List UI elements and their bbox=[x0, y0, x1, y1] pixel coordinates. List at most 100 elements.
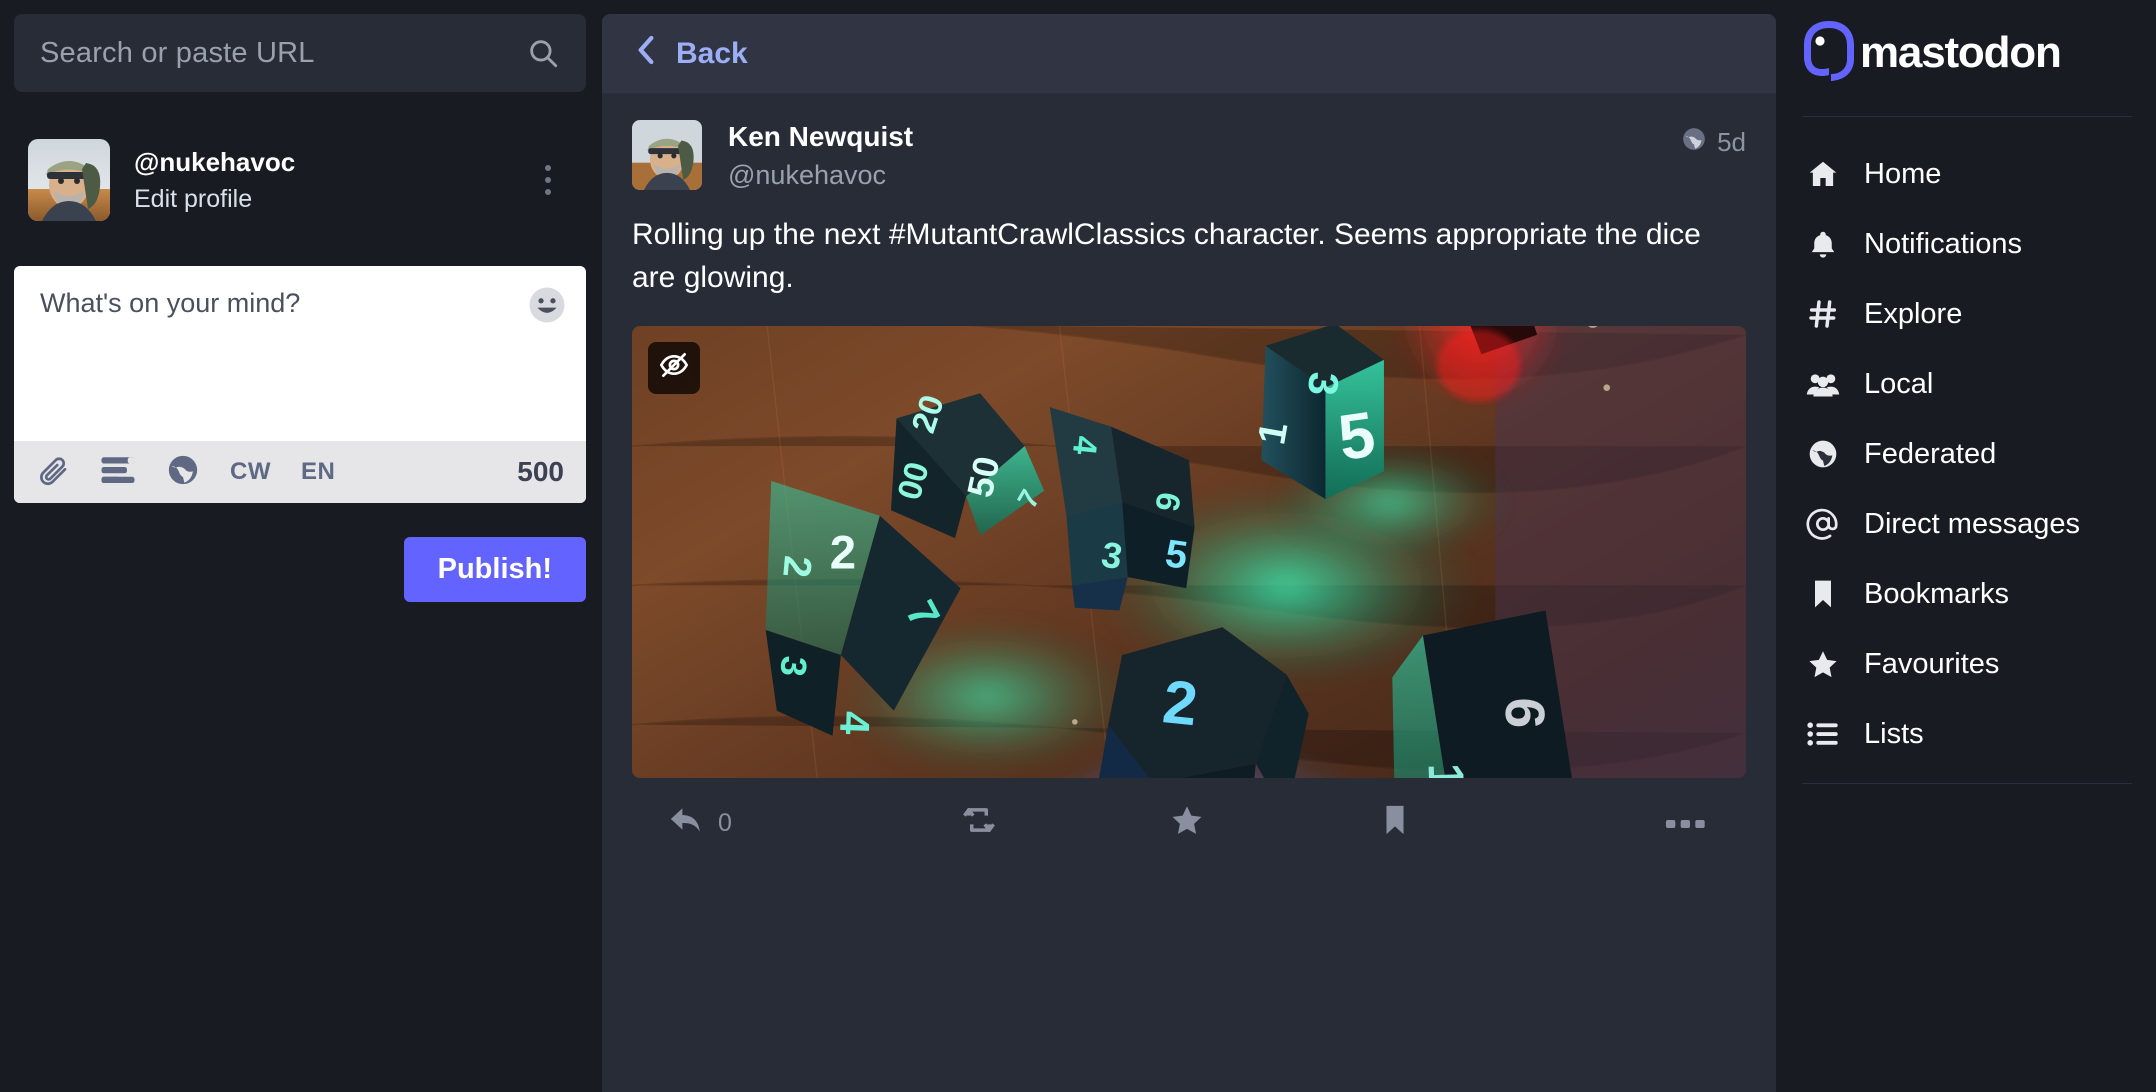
compose-textarea[interactable]: What's on your mind? bbox=[40, 288, 560, 319]
publish-row: Publish! bbox=[14, 537, 586, 602]
search-input[interactable]: Search or paste URL bbox=[40, 37, 526, 70]
ellipsis-icon bbox=[1665, 809, 1706, 838]
boost-button[interactable] bbox=[876, 804, 1084, 843]
content-warning-toggle[interactable]: CW bbox=[230, 458, 271, 486]
publish-button[interactable]: Publish! bbox=[403, 537, 586, 602]
svg-text:2: 2 bbox=[1160, 667, 1201, 738]
profile-meta: @nukehavoc Edit profile bbox=[134, 146, 528, 214]
svg-text:1: 1 bbox=[1418, 762, 1475, 778]
timestamp-label: 5d bbox=[1717, 127, 1746, 157]
sidebar-item-home[interactable]: Home bbox=[1778, 139, 2156, 209]
sidebar-item-notifications[interactable]: Notifications bbox=[1778, 209, 2156, 279]
brand-logo[interactable]: mastodon bbox=[1778, 14, 2156, 92]
paperclip-icon[interactable] bbox=[36, 453, 70, 492]
search-bar[interactable]: Search or paste URL bbox=[14, 14, 586, 92]
sidebar-divider-bottom bbox=[1802, 783, 2132, 784]
favourite-button[interactable] bbox=[1083, 803, 1291, 844]
more-button[interactable] bbox=[1498, 809, 1722, 838]
back-label: Back bbox=[676, 36, 748, 70]
hashtag-icon bbox=[1806, 297, 1840, 331]
bell-icon bbox=[1806, 227, 1840, 261]
avatar-image bbox=[28, 139, 110, 221]
sidebar-item-bookmarks[interactable]: Bookmarks bbox=[1778, 559, 2156, 629]
hide-media-button[interactable] bbox=[648, 341, 700, 394]
sidebar-item-label: Home bbox=[1864, 157, 1942, 190]
bookmark-button[interactable] bbox=[1291, 803, 1499, 844]
svg-text:3: 3 bbox=[1299, 370, 1348, 397]
mastodon-app: Search or paste URL @nukehavoc Edit prof… bbox=[0, 0, 2156, 1092]
svg-text:4: 4 bbox=[831, 710, 879, 735]
reply-icon bbox=[668, 804, 704, 843]
right-sidebar: mastodon Home Notifications Explore Loca… bbox=[1778, 0, 2156, 1092]
globe-icon bbox=[1806, 437, 1840, 471]
sidebar-item-label: Federated bbox=[1864, 437, 1997, 470]
kebab-menu-icon[interactable] bbox=[528, 150, 568, 210]
avatar[interactable] bbox=[28, 139, 110, 221]
avatar-image bbox=[632, 120, 702, 190]
eye-off-icon bbox=[658, 349, 690, 386]
svg-text:6: 6 bbox=[1493, 696, 1556, 729]
sidebar-item-label: Lists bbox=[1864, 717, 1924, 750]
svg-text:2: 2 bbox=[774, 554, 819, 579]
emoji-smile-icon[interactable] bbox=[526, 284, 568, 326]
status-timestamp[interactable]: 5d bbox=[1681, 120, 1746, 159]
chevron-left-icon bbox=[634, 34, 658, 74]
reply-count: 0 bbox=[718, 809, 732, 838]
sidebar-item-favourites[interactable]: Favourites bbox=[1778, 629, 2156, 699]
status-action-bar: 0 bbox=[632, 782, 1746, 866]
profile-row[interactable]: @nukehavoc Edit profile bbox=[14, 132, 586, 228]
sidebar-nav: Home Notifications Explore Local Federat… bbox=[1778, 139, 2156, 769]
status-media[interactable]: 17 15 3 1 5 bbox=[632, 325, 1746, 778]
sidebar-item-explore[interactable]: Explore bbox=[1778, 279, 2156, 349]
globe-icon[interactable] bbox=[166, 453, 200, 492]
profile-handle: @nukehavoc bbox=[134, 147, 296, 178]
bookmark-icon bbox=[1380, 803, 1410, 844]
language-selector[interactable]: EN bbox=[301, 458, 335, 486]
star-icon bbox=[1806, 647, 1840, 681]
sidebar-item-label: Notifications bbox=[1864, 227, 2022, 260]
avatar[interactable] bbox=[632, 120, 702, 190]
svg-text:50: 50 bbox=[959, 452, 1007, 500]
mastodon-logo-icon bbox=[1798, 19, 1860, 88]
edit-profile-link[interactable]: Edit profile bbox=[134, 185, 528, 214]
star-icon bbox=[1169, 803, 1205, 844]
status-detail: Ken Newquist @nukehavoc 5d Rolling up th… bbox=[602, 94, 1776, 1092]
status-panel: Back Ken Newquist @nukehavoc 5d Rolling … bbox=[602, 14, 1776, 1092]
svg-text:2: 2 bbox=[830, 526, 856, 579]
sidebar-divider-top bbox=[1802, 116, 2132, 117]
display-name[interactable]: Ken Newquist bbox=[728, 120, 1681, 154]
people-icon bbox=[1806, 367, 1840, 401]
left-column: Search or paste URL @nukehavoc Edit prof… bbox=[0, 0, 600, 1092]
at-icon bbox=[1806, 507, 1840, 541]
sidebar-item-label: Explore bbox=[1864, 297, 1963, 330]
boost-icon bbox=[961, 804, 997, 843]
svg-text:3: 3 bbox=[772, 654, 815, 678]
sidebar-item-lists[interactable]: Lists bbox=[1778, 699, 2156, 769]
status-header: Ken Newquist @nukehavoc 5d bbox=[632, 120, 1746, 191]
sidebar-item-label: Favourites bbox=[1864, 647, 2000, 680]
list-icon bbox=[1806, 717, 1840, 751]
poll-icon[interactable] bbox=[100, 455, 136, 490]
status-content: Rolling up the next #MutantCrawlClassics… bbox=[632, 217, 1701, 295]
account-handle[interactable]: @nukehavoc bbox=[728, 160, 1681, 191]
column-header: Back bbox=[602, 14, 1776, 94]
center-column: Back Ken Newquist @nukehavoc 5d Rolling … bbox=[600, 0, 1778, 1092]
search-icon[interactable] bbox=[526, 36, 560, 70]
status-names: Ken Newquist @nukehavoc bbox=[728, 120, 1681, 191]
brand-name: mastodon bbox=[1860, 28, 2062, 77]
compose-toolbar: CW EN 500 bbox=[14, 441, 586, 503]
sidebar-item-label: Direct messages bbox=[1864, 507, 2080, 540]
compose-form: What's on your mind? CW EN 500 bbox=[14, 266, 586, 503]
home-icon bbox=[1806, 157, 1840, 191]
sidebar-item-local[interactable]: Local bbox=[1778, 349, 2156, 419]
sidebar-item-label: Local bbox=[1864, 367, 1934, 400]
sidebar-item-federated[interactable]: Federated bbox=[1778, 419, 2156, 489]
bookmark-icon bbox=[1806, 577, 1840, 611]
compose-textarea-wrap[interactable]: What's on your mind? bbox=[14, 266, 586, 441]
reply-button[interactable]: 0 bbox=[656, 804, 876, 843]
back-button[interactable]: Back bbox=[634, 34, 748, 74]
dice-photo: 17 15 3 1 5 bbox=[632, 325, 1746, 778]
character-counter: 500 bbox=[517, 456, 564, 487]
sidebar-item-direct-messages[interactable]: Direct messages bbox=[1778, 489, 2156, 559]
globe-icon bbox=[1681, 126, 1707, 159]
